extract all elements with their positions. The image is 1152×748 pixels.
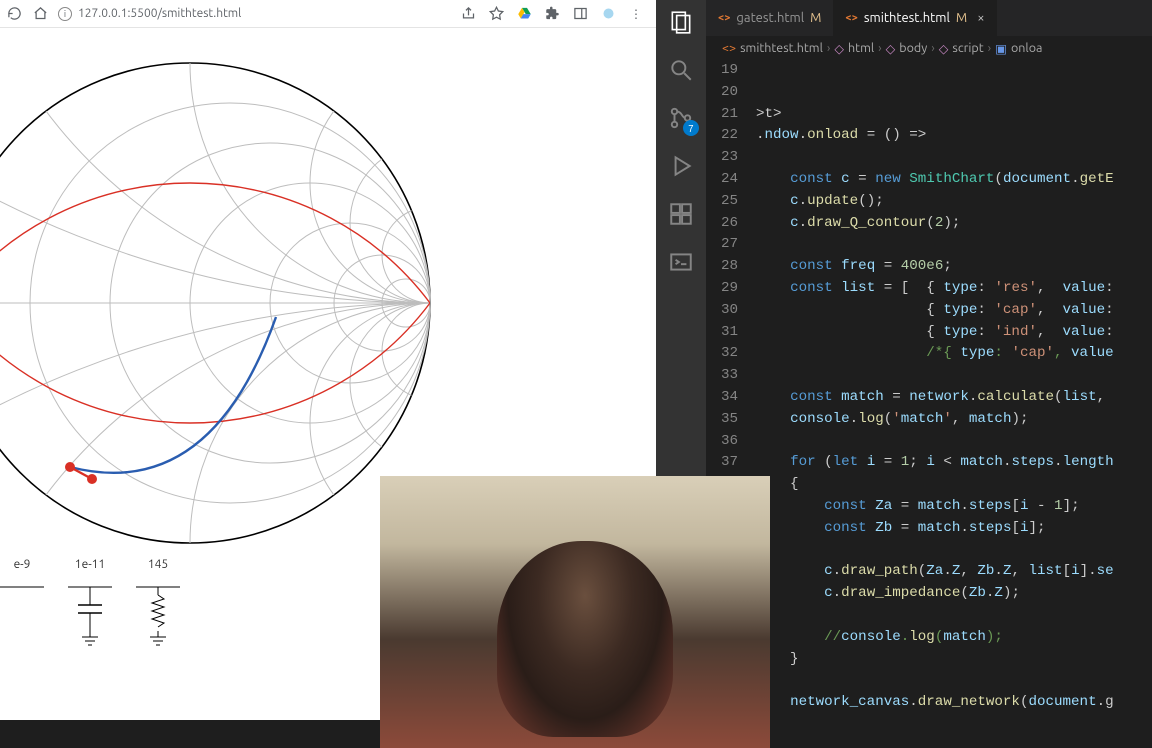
crumb-item[interactable]: script: [952, 41, 983, 55]
chevron-right-icon: ›: [931, 41, 935, 55]
browser-pane: i 127.0.0.1:5500/smithtest.html ⋮: [0, 0, 656, 720]
debug-icon[interactable]: [667, 152, 695, 180]
menu-kebab-icon[interactable]: ⋮: [628, 6, 644, 22]
wire-icon: [0, 577, 44, 649]
terminal-icon[interactable]: [667, 248, 695, 276]
extensions-puzzle-icon[interactable]: [544, 6, 560, 22]
component-2: 145: [136, 558, 180, 649]
chevron-right-icon: ›: [878, 41, 882, 55]
chevron-right-icon: ›: [988, 41, 992, 55]
crumb-item[interactable]: body: [899, 41, 927, 55]
function-icon: ▣: [995, 41, 1007, 56]
tag-icon: ◇: [834, 41, 844, 56]
page-content: e-9 1e-11 145: [0, 28, 656, 720]
component-label: e-9: [14, 558, 31, 571]
smith-chart: [0, 53, 440, 553]
component-1: 1e-11: [68, 558, 112, 649]
webcam-overlay: [380, 476, 770, 748]
reload-icon[interactable]: [6, 6, 22, 22]
tab-smithtest[interactable]: <> smithtest.html M ×: [833, 0, 996, 36]
breadcrumb[interactable]: <> smithtest.html › ◇ html › ◇ body › ◇ …: [706, 36, 1152, 60]
component-0: e-9: [0, 558, 44, 649]
url-text: 127.0.0.1:5500/smithtest.html: [78, 7, 241, 20]
html-file-icon: <>: [718, 12, 730, 24]
explorer-icon[interactable]: [667, 8, 695, 36]
home-icon[interactable]: [32, 6, 48, 22]
tag-icon: ◇: [939, 41, 949, 56]
modified-indicator: M: [810, 11, 821, 25]
code-editor[interactable]: 1920212223242526272829303132333435363738…: [706, 60, 1152, 720]
component-label: 145: [148, 558, 168, 571]
bookmark-star-icon[interactable]: [488, 6, 504, 22]
profile-icon[interactable]: [600, 6, 616, 22]
crumb-item[interactable]: smithtest.html: [740, 41, 823, 55]
capacitor-icon: [68, 577, 112, 649]
crumb-item[interactable]: html: [848, 41, 874, 55]
network-components: e-9 1e-11 145: [0, 558, 180, 649]
chevron-right-icon: ›: [827, 41, 831, 55]
tag-icon: ◇: [886, 41, 896, 56]
scm-badge: 7: [683, 120, 699, 136]
editor-main: <> gatest.html M <> smithtest.html M × <…: [706, 0, 1152, 720]
tab-bar: <> gatest.html M <> smithtest.html M ×: [706, 0, 1152, 36]
toolbar-actions: ⋮: [460, 6, 650, 22]
browser-address-bar: i 127.0.0.1:5500/smithtest.html ⋮: [0, 0, 656, 28]
search-icon[interactable]: [667, 56, 695, 84]
sidepanel-icon[interactable]: [572, 6, 588, 22]
extensions-icon[interactable]: [667, 200, 695, 228]
close-icon[interactable]: ×: [977, 11, 984, 25]
tab-label: gatest.html: [736, 11, 804, 25]
share-icon[interactable]: [460, 6, 476, 22]
source-control-icon[interactable]: 7: [667, 104, 695, 132]
site-info-icon[interactable]: i: [58, 7, 72, 21]
html-file-icon: <>: [845, 12, 857, 24]
html-file-icon: <>: [722, 41, 736, 55]
modified-indicator: M: [956, 11, 967, 25]
inductor-icon: [136, 577, 180, 649]
address-field[interactable]: i 127.0.0.1:5500/smithtest.html: [58, 7, 450, 21]
code-source[interactable]: >t>.ndow.onload = () => const c = new Sm…: [756, 60, 1152, 720]
crumb-item[interactable]: onloa: [1011, 41, 1042, 55]
tab-label: smithtest.html: [864, 11, 950, 25]
tab-gatest[interactable]: <> gatest.html M: [706, 0, 833, 36]
component-label: 1e-11: [75, 558, 105, 571]
drive-icon[interactable]: [516, 6, 532, 22]
